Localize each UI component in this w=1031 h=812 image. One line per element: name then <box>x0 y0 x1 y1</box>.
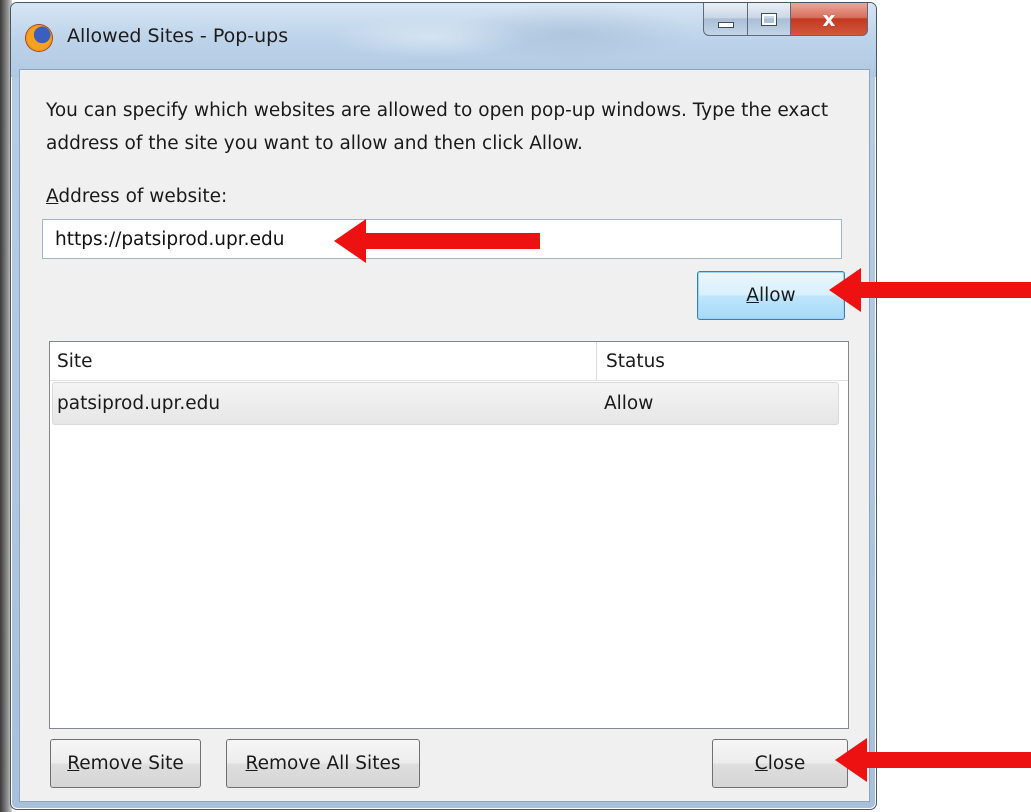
column-header-status[interactable]: Status <box>606 351 665 372</box>
minimize-button[interactable] <box>703 3 748 36</box>
window-title: Allowed Sites - Pop-ups <box>67 25 289 47</box>
close-icon: x <box>822 7 836 31</box>
red-arrow-icon <box>835 738 1031 782</box>
sites-list[interactable]: Site Status patsiprod.upr.edu Allow <box>49 341 849 729</box>
minimize-icon <box>717 22 734 28</box>
row-status-cell: Allow <box>604 393 654 414</box>
allow-button[interactable]: Allow <box>697 271 845 320</box>
maximize-button[interactable] <box>748 3 791 36</box>
table-row[interactable]: patsiprod.upr.edu Allow <box>52 382 839 425</box>
close-window-button[interactable]: x <box>791 3 868 36</box>
firefox-icon <box>26 25 52 51</box>
allowed-sites-dialog: Allowed Sites - Pop-ups x You can specif… <box>10 2 877 810</box>
caption-buttons: x <box>703 3 868 36</box>
maximize-icon <box>761 12 777 26</box>
red-arrow-icon <box>334 219 540 263</box>
dialog-body: You can specify which websites are allow… <box>19 69 870 802</box>
red-arrow-icon <box>829 268 1031 312</box>
list-header: Site Status <box>50 342 848 381</box>
title-bar[interactable]: Allowed Sites - Pop-ups x <box>11 3 876 77</box>
remove-all-sites-button[interactable]: Remove All Sites <box>226 739 420 788</box>
address-label: Address of website: <box>46 186 228 207</box>
column-divider[interactable] <box>596 342 597 380</box>
remove-site-button[interactable]: Remove Site <box>50 739 201 788</box>
row-site-cell: patsiprod.upr.edu <box>57 393 221 414</box>
close-button[interactable]: Close <box>712 739 848 788</box>
column-header-site[interactable]: Site <box>57 351 93 372</box>
description-text: You can specify which websites are allow… <box>46 100 829 154</box>
